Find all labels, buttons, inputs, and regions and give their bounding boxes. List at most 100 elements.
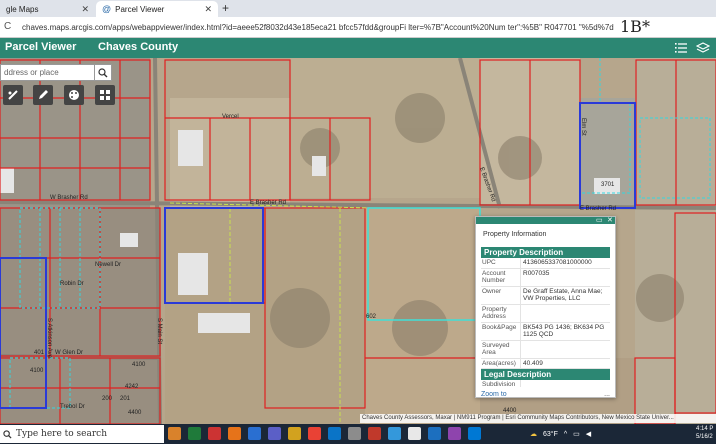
street-label: W Brasher Rd (50, 195, 88, 201)
app-subtitle: Chaves County (98, 41, 179, 53)
parcel-number: 4100 (30, 368, 44, 374)
attribute-key: Area(acres) (482, 359, 516, 367)
word-icon[interactable] (428, 427, 441, 440)
taskbar-search[interactable]: Type here to search (0, 425, 164, 443)
attribute-row: Account Number R007035 (481, 268, 610, 287)
attribute-value: De Graff Estate, Anna Mae; VW Properties… (520, 286, 610, 304)
popup-title: Property Information (483, 231, 547, 238)
street-label: S Main St (156, 318, 162, 344)
street-label: Robin Dr (60, 281, 84, 287)
excel-icon[interactable] (188, 427, 201, 440)
draw-tool-button[interactable] (33, 85, 53, 105)
arcgis-favicon-icon: @ (102, 4, 112, 14)
street-label: Elm St (580, 118, 586, 136)
grid-icon (100, 90, 110, 100)
app-icon[interactable] (408, 427, 421, 440)
reload-icon[interactable]: C (4, 21, 11, 32)
chrome-icon[interactable] (308, 427, 321, 440)
list-icon[interactable] (674, 41, 688, 55)
teams-icon[interactable] (268, 427, 281, 440)
address-search: ddress or place (0, 64, 112, 81)
street-label: Newell Dr (95, 262, 121, 268)
app-icon[interactable] (208, 427, 221, 440)
windows-taskbar: Type here to search ☁ 63°F ^ ▭ ◀ 4:14 P … (0, 424, 716, 444)
street-label: W Glen Dr (55, 350, 83, 356)
popup-footer: Zoom to ... (481, 391, 610, 398)
clock[interactable]: 4:14 P 5/16/2 (696, 426, 713, 441)
system-tray: ☁ 63°F ^ ▭ ◀ (530, 424, 591, 444)
more-options-button[interactable]: ... (604, 391, 610, 398)
app-header: Parcel Viewer Chaves County (0, 38, 716, 58)
palette-icon (69, 90, 79, 100)
search-input[interactable]: ddress or place (1, 65, 94, 80)
parcel-number: 401 (34, 350, 45, 356)
app-icon[interactable] (448, 427, 461, 440)
search-icon (3, 429, 12, 439)
parcel-number: 200 (102, 396, 113, 402)
parcel-number: 4100 (132, 362, 146, 368)
attribute-key: Surveyed Area (482, 341, 510, 357)
close-icon[interactable]: ✕ (607, 216, 613, 224)
app-icon[interactable] (368, 427, 381, 440)
app-icon[interactable] (388, 427, 401, 440)
street-label: E Brasher Rd (580, 206, 616, 212)
map-attribution: Chaves County Assessors, Maxar | NM911 P… (360, 414, 716, 423)
attribute-key: Owner (482, 287, 502, 295)
attribute-value (520, 380, 610, 387)
legal-description-header: Legal Description (481, 369, 610, 380)
parcel-number: 4242 (125, 384, 139, 390)
app-icon[interactable] (348, 427, 361, 440)
taskbar-search-placeholder: Type here to search (16, 429, 107, 439)
attribute-key: Account Number (482, 269, 506, 285)
attribute-value: BK543 PG 1436; BK634 PG 1125 QCD (520, 322, 610, 340)
parcel-number: 4400 (128, 410, 142, 416)
attribute-value: 40.409 (520, 358, 610, 368)
maximize-icon[interactable]: ▭ (596, 216, 603, 224)
street-label: Vercel (222, 114, 239, 120)
new-tab-icon[interactable]: + (222, 1, 229, 15)
outlook-icon[interactable] (468, 427, 481, 440)
zoom-to-link[interactable]: Zoom to (481, 391, 507, 398)
extension-label[interactable]: 1B* (620, 17, 650, 36)
attribute-row: Surveyed Area (481, 340, 610, 359)
tray-arrow-icon[interactable]: ^ (564, 431, 567, 438)
browser-tab-bar: gle Maps ✕ @ Parcel Viewer ✕ + (0, 0, 716, 17)
measure-icon (8, 90, 18, 100)
parcel-number: 3701 (601, 182, 615, 188)
tab-title: Parcel Viewer (115, 4, 165, 14)
network-icon[interactable]: ▭ (573, 430, 580, 438)
attribute-value: R007035 (520, 268, 610, 286)
taskbar-apps (168, 427, 481, 440)
volume-icon[interactable]: ◀ (586, 430, 591, 438)
parcel-number: 201 (120, 396, 131, 402)
app-icon[interactable] (168, 427, 181, 440)
popup-body[interactable]: Property Description UPC 413606533708100… (481, 247, 610, 387)
search-icon (98, 67, 108, 77)
layers-icon[interactable] (696, 41, 710, 55)
tab-parcel-viewer[interactable]: @ Parcel Viewer ✕ (96, 1, 218, 17)
attribute-value: 4136065337081000000 (520, 258, 610, 268)
tab-title: gle Maps (6, 4, 39, 14)
url-field[interactable]: chaves.maps.arcgis.com/apps/webappviewer… (16, 20, 616, 35)
address-bar: C chaves.maps.arcgis.com/apps/webappview… (0, 17, 716, 38)
attribute-row: Owner De Graff Estate, Anna Mae; VW Prop… (481, 286, 610, 305)
close-tab-icon[interactable]: ✕ (81, 4, 89, 15)
firefox-icon[interactable] (228, 427, 241, 440)
popup-titlebar: ▭ ✕ (476, 217, 615, 224)
tab-google-maps[interactable]: gle Maps ✕ (0, 1, 95, 17)
attribute-row: Area(acres) 40.409 (481, 358, 610, 369)
attribute-key: Property Address (482, 305, 507, 321)
clock-date: 5/16/2 (696, 433, 713, 440)
weather-icon[interactable]: ☁ (530, 430, 537, 438)
widgets-tool-button[interactable] (95, 85, 115, 105)
street-label: E Brasher Rd (250, 200, 286, 206)
app-icon[interactable] (328, 427, 341, 440)
app-icon[interactable] (248, 427, 261, 440)
file-explorer-icon[interactable] (288, 427, 301, 440)
street-label: S Atkinson Ave (46, 318, 52, 359)
search-button[interactable] (94, 65, 111, 80)
weather-temp[interactable]: 63°F (543, 431, 558, 438)
close-tab-icon[interactable]: ✕ (204, 4, 212, 15)
basemap-tool-button[interactable] (64, 85, 84, 105)
measure-tool-button[interactable] (3, 85, 23, 105)
